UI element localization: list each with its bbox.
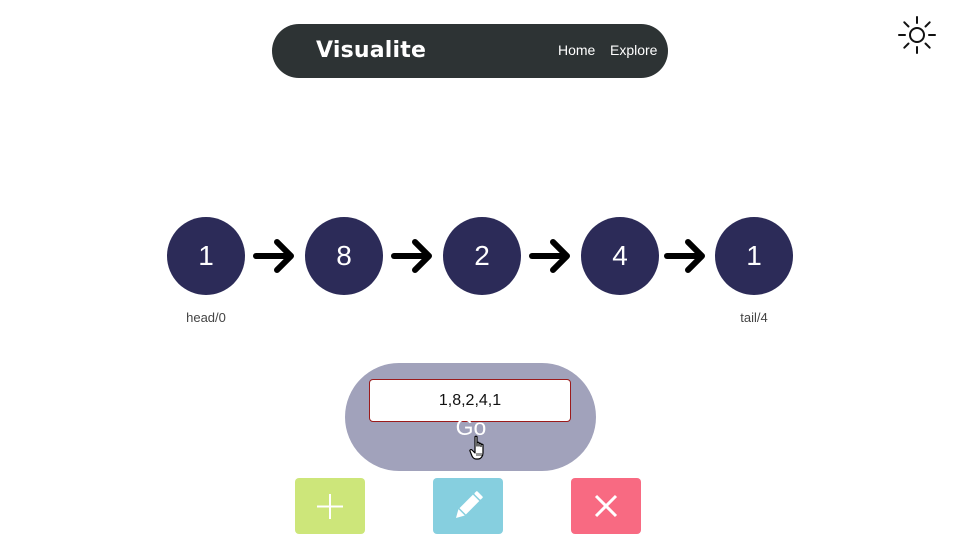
close-icon <box>594 494 618 518</box>
add-button[interactable] <box>295 478 365 534</box>
delete-button[interactable] <box>571 478 641 534</box>
plus-icon <box>317 494 343 519</box>
head-label: head/0 <box>186 310 226 325</box>
input-panel: Go <box>345 363 596 471</box>
tail-label: tail/4 <box>740 310 768 325</box>
pencil-icon <box>455 491 483 519</box>
nav-explore-link[interactable]: Explore <box>610 24 657 76</box>
sun-icon <box>898 16 936 54</box>
list-node-1[interactable]: 8 <box>305 217 383 295</box>
arrow-right-icon <box>391 239 432 273</box>
navbar: Visualite Home Explore <box>272 24 668 78</box>
list-node-3[interactable]: 4 <box>581 217 659 295</box>
theme-toggle-button[interactable] <box>896 14 938 56</box>
arrow-right-icon <box>253 239 294 273</box>
list-node-2[interactable]: 2 <box>443 217 521 295</box>
arrow-right-icon <box>529 239 570 273</box>
list-node-4[interactable]: 1 <box>715 217 793 295</box>
brand-logo[interactable]: Visualite <box>316 24 426 78</box>
edit-button[interactable] <box>433 478 503 534</box>
hand-cursor-icon <box>469 435 484 460</box>
nav-home-link[interactable]: Home <box>558 24 595 76</box>
list-node-0[interactable]: 1 <box>167 217 245 295</box>
page: Visualite Home Explore 1 8 2 4 1 head/0 … <box>0 0 960 540</box>
arrow-right-icon <box>664 239 705 273</box>
